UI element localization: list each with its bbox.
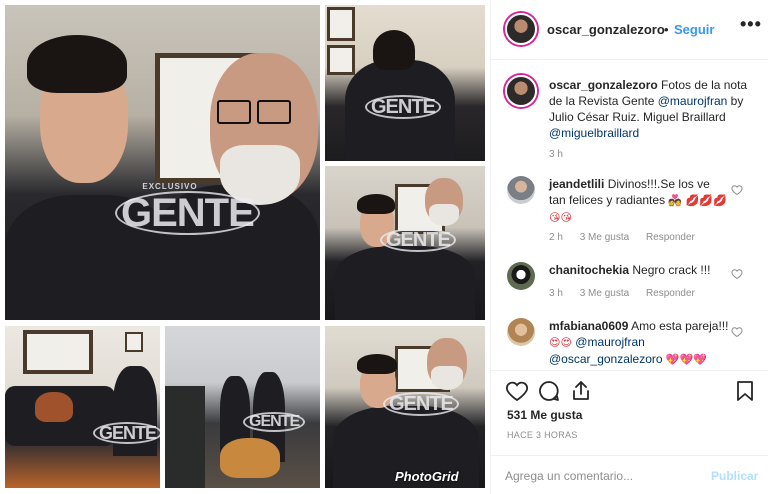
caption-mention[interactable]: @maurojfran [658,94,728,108]
commenter-avatar[interactable] [507,262,535,290]
comment-body: jeandetlili Divinos!!!.Se los ve tan fel… [549,176,729,226]
comment-text: Negro crack !!! [632,263,711,277]
glasses [257,100,291,124]
comment-time[interactable]: 3 h [549,288,563,299]
watermark-text: GENTE [383,392,459,416]
wall-frame [125,332,143,352]
comment-like-heart-icon[interactable] [731,268,743,280]
watermark-text: GENTE [365,95,441,119]
comment-mention[interactable]: @oscar_gonzalezoro [549,352,663,366]
watermark-gente: GENTE [380,228,456,252]
follow-button[interactable]: Seguir [674,22,714,37]
caption-author-avatar[interactable] [505,75,537,107]
post-image-collage[interactable]: EXCLUSIVO GENTE GENTE GENTE GENTE GENTE … [0,0,490,494]
comment-bubble-icon[interactable] [537,379,561,403]
watermark-text: GENTE [243,412,306,432]
watermark-gente: GENTE [243,412,306,432]
collage-photo-bottom-left: GENTE [5,326,160,488]
post-caption: oscar_gonzalezoro Fotos de la nota de la… [549,77,759,141]
older-man-beard [431,366,463,390]
golden-dog [220,438,280,478]
comment-emoji: 😍😍 [549,336,572,349]
save-bookmark-icon[interactable] [733,379,757,403]
comment-meta: 3 h 3 Me gusta Responder [549,288,709,299]
comment-likes[interactable]: 3 Me gusta [580,232,629,243]
commenter-avatar[interactable] [507,176,535,204]
collage-photo-bottom-middle: GENTE [165,326,320,488]
comment-like-heart-icon[interactable] [731,184,743,196]
reply-button[interactable]: Responder [646,232,695,243]
author-username[interactable]: oscar_gonzalezoro [547,22,665,37]
post-header: oscar_gonzalezoro • Seguir ••• [491,0,768,60]
watermark-text: GENTE [380,228,456,252]
like-heart-icon[interactable] [505,379,529,403]
watermark-text: GENTE [115,191,260,235]
add-comment-bar: Publicar [491,455,768,494]
comment-body: mfabiana0609 Amo esta pareja!!! 😍😍 @maur… [549,318,729,368]
publish-comment-button[interactable]: Publicar [711,469,758,483]
photogrid-label: PhotoGrid [395,469,459,484]
watermark-gente: GENTE [365,95,441,119]
author-avatar[interactable] [505,13,537,45]
older-man-beard [429,204,459,226]
collage-photo-middle-right: GENTE [325,166,485,320]
comment-time[interactable]: 2 h [549,232,563,243]
comment-input[interactable] [505,466,695,486]
post-side-panel: oscar_gonzalezoro • Seguir ••• oscar_gon… [490,0,768,494]
share-icon[interactable] [569,379,593,403]
reply-button[interactable]: Responder [646,288,695,299]
separator-dot: • [664,22,669,37]
glasses [217,100,251,124]
likes-count[interactable]: 531 Me gusta [507,408,582,422]
wall-frame [327,7,355,41]
collage-photo-top-right: GENTE [325,5,485,161]
comment-emoji: 💖💖💖 [665,353,708,366]
commenter-avatar[interactable] [507,318,535,346]
commenter-username[interactable]: jeandetlili [549,177,604,191]
wall-painting [23,330,93,374]
commenter-username[interactable]: chanitochekia [549,263,629,277]
comment-body: chanitochekia Negro crack !!! [549,262,729,278]
young-man-hair [27,35,127,93]
watermark-small-text: EXCLUSIVO [142,182,198,191]
collage-photo-main: EXCLUSIVO GENTE [5,5,320,320]
collage-photo-bottom-right: GENTE [325,326,485,488]
comment-like-heart-icon[interactable] [731,326,743,338]
young-man-hair [373,30,415,70]
comment-text: Amo esta pareja!!! [631,319,729,333]
post-time-ago[interactable]: HACE 3 HORAS [507,430,578,440]
comment-meta: 2 h 3 Me gusta Responder [549,232,709,243]
post-actions: 531 Me gusta HACE 3 HORAS Publicar [491,370,768,494]
caption-username[interactable]: oscar_gonzalezoro [549,78,658,92]
railing [165,386,205,488]
wall-frame [327,45,355,75]
more-options-icon[interactable]: ••• [740,14,762,35]
commenter-username[interactable]: mfabiana0609 [549,319,628,333]
watermark-text: GENTE [93,422,160,444]
couple-bodies [335,246,475,320]
caption-mention[interactable]: @miguelbraillard [549,126,639,140]
young-man-hair [357,194,395,214]
guitar [35,392,73,422]
comment-likes[interactable]: 3 Me gusta [580,288,629,299]
watermark-gente: EXCLUSIVO GENTE [115,182,260,235]
young-man-hair [357,354,397,374]
comment-mention[interactable]: @maurojfran [575,335,645,349]
watermark-gente: GENTE [383,392,459,416]
caption-timestamp[interactable]: 3 h [549,149,563,160]
watermark-gente: GENTE [93,422,160,444]
